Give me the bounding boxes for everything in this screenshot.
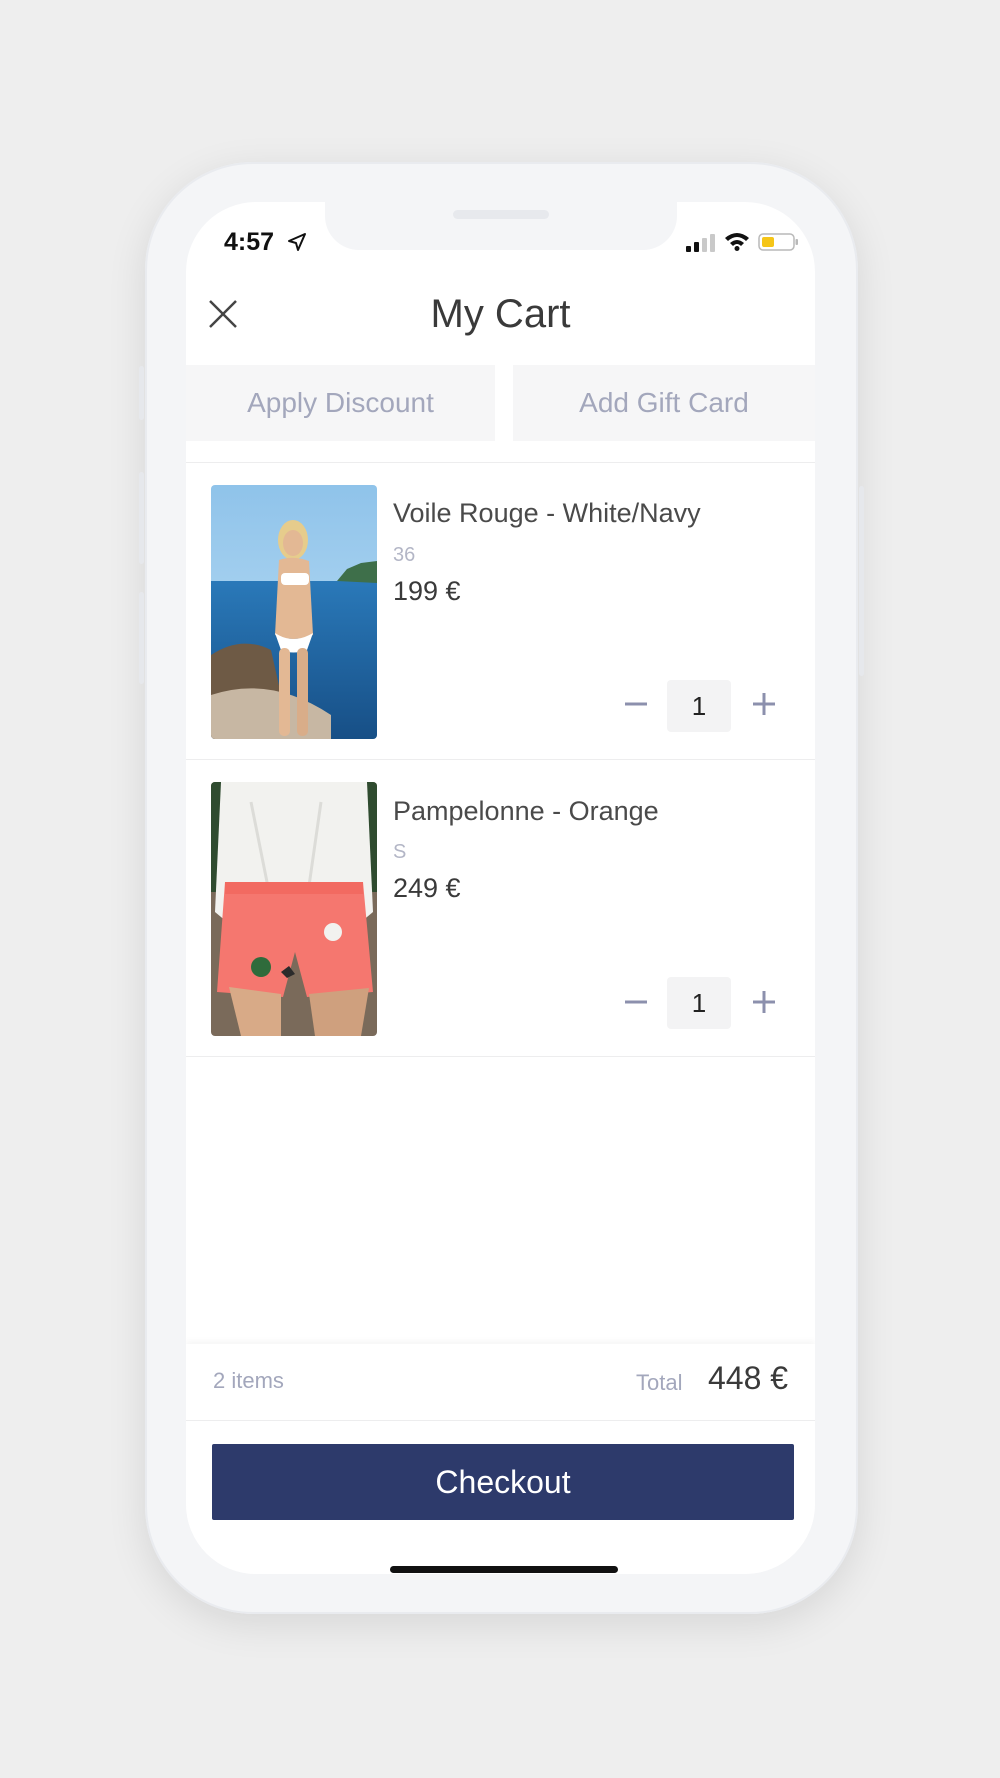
notch	[325, 202, 677, 250]
location-arrow-icon	[288, 233, 306, 251]
product-size: 36	[393, 544, 416, 566]
add-gift-card-button[interactable]: Add Gift Card	[513, 365, 815, 441]
status-time: 4:57	[224, 228, 275, 256]
volume-down-button	[139, 592, 144, 684]
product-size: S	[393, 841, 407, 863]
plus-icon[interactable]	[749, 987, 779, 1017]
divider	[186, 1056, 815, 1057]
product-name[interactable]: Voile Rouge - White/Navy	[393, 498, 701, 529]
total-value: 448 €	[708, 1360, 789, 1396]
items-count: 2 items	[213, 1368, 284, 1393]
divider	[186, 462, 815, 463]
app-screen: 4:57 My Cart Apply Discount Add Gift Car…	[186, 202, 815, 1574]
wifi-icon	[725, 233, 749, 251]
product-price: 199 €	[393, 576, 461, 606]
home-indicator[interactable]	[390, 1566, 618, 1573]
cellular-signal-icon	[686, 234, 715, 252]
checkout-button[interactable]: Checkout	[212, 1444, 794, 1520]
speaker	[453, 210, 549, 219]
product-price: 249 €	[393, 873, 461, 903]
mute-switch	[139, 366, 144, 420]
divider	[186, 1420, 815, 1421]
minus-icon[interactable]	[621, 689, 651, 719]
total-label: Total	[636, 1370, 683, 1395]
apply-discount-button[interactable]: Apply Discount	[186, 365, 495, 441]
volume-up-button	[139, 472, 144, 564]
product-image[interactable]	[211, 782, 377, 1036]
page-title: My Cart	[430, 292, 571, 336]
quantity-value[interactable]: 1	[667, 977, 731, 1029]
minus-icon[interactable]	[621, 987, 651, 1017]
cart-footer: 2 items Total 448 € Checkout	[186, 1344, 815, 1574]
quantity-value[interactable]: 1	[667, 680, 731, 732]
product-image[interactable]	[211, 485, 377, 739]
battery-icon	[758, 233, 798, 251]
divider	[186, 759, 815, 760]
plus-icon[interactable]	[749, 689, 779, 719]
power-button	[859, 486, 864, 676]
product-name[interactable]: Pampelonne - Orange	[393, 796, 659, 827]
